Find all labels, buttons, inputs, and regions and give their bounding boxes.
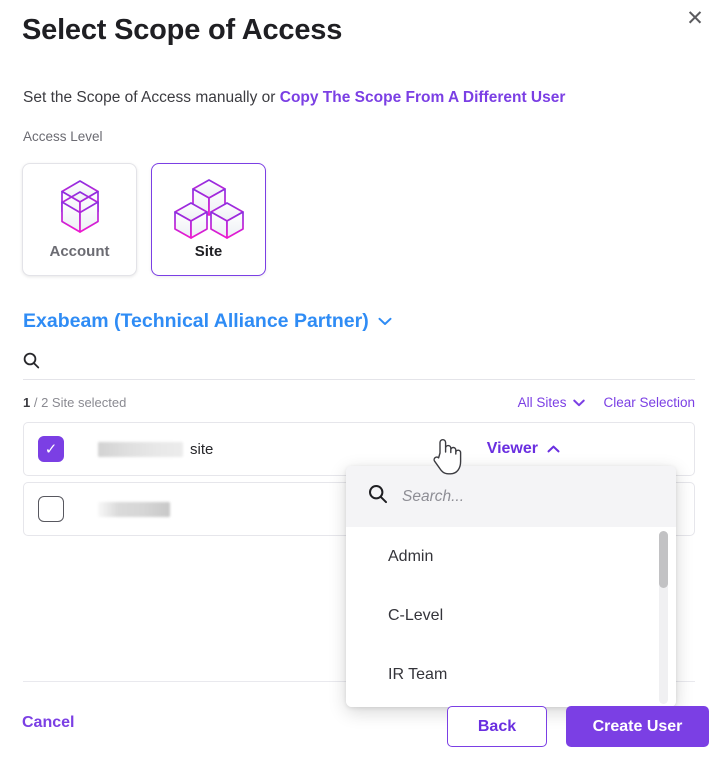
all-sites-filter-label: All Sites: [517, 394, 567, 410]
access-level-label: Access Level: [23, 129, 103, 144]
role-option-ir-team[interactable]: IR Team: [346, 645, 676, 704]
selection-count-value: 1: [23, 394, 31, 410]
org-selector[interactable]: Exabeam (Technical Alliance Partner): [23, 310, 392, 333]
access-level-card-site-label: Site: [194, 243, 223, 260]
close-icon[interactable]: ✕: [681, 4, 709, 32]
site-role-label: Viewer: [486, 440, 538, 457]
create-user-button[interactable]: Create User: [566, 706, 709, 747]
site-role-selector[interactable]: Viewer: [487, 440, 560, 458]
check-icon: ✓: [44, 440, 58, 458]
site-cubes-icon: [168, 177, 250, 241]
copy-scope-link[interactable]: Copy The Scope From A Different User: [280, 89, 566, 106]
access-level-card-site[interactable]: Site: [151, 163, 266, 276]
scrollbar-thumb[interactable]: [659, 531, 668, 588]
selection-bar-actions: All Sites Clear Selection: [518, 395, 695, 410]
site-name: [98, 501, 177, 517]
chevron-down-icon: [573, 395, 586, 410]
access-level-card-account[interactable]: Account: [22, 163, 137, 276]
account-cubes-icon: [41, 177, 119, 241]
selection-summary-bar: 1 / 2 Site selected All Sites Clear Sele…: [23, 392, 695, 412]
chevron-up-icon: [547, 440, 560, 458]
role-dropdown-search-row[interactable]: [346, 466, 676, 527]
search-icon: [23, 352, 40, 374]
site-search-input[interactable]: [50, 355, 695, 371]
role-dropdown-list: Admin C-Level IR Team: [346, 527, 676, 707]
page-title: Select Scope of Access: [22, 14, 343, 46]
clear-selection-button[interactable]: Clear Selection: [603, 395, 695, 410]
site-name-suffix: site: [190, 440, 214, 458]
role-option-admin[interactable]: Admin: [346, 527, 676, 586]
select-scope-dialog: ✕ Select Scope of Access Set the Scope o…: [0, 0, 717, 768]
redacted-site-name: [98, 501, 170, 517]
selection-count: 1 / 2 Site selected: [23, 395, 126, 410]
chevron-down-icon: [378, 313, 392, 331]
site-checkbox[interactable]: ✓: [38, 436, 64, 462]
role-option-c-level[interactable]: C-Level: [346, 586, 676, 645]
role-dropdown: Admin C-Level IR Team: [346, 466, 676, 707]
search-icon: [368, 484, 388, 509]
selection-count-suffix: / 2 Site selected: [33, 394, 127, 410]
cancel-button[interactable]: Cancel: [22, 714, 74, 732]
role-search-input[interactable]: [402, 487, 654, 506]
site-search-row[interactable]: [23, 347, 695, 380]
site-name: site: [98, 441, 213, 458]
redacted-site-name: [98, 441, 183, 457]
subtitle-text: Set the Scope of Access manually or: [23, 89, 280, 106]
access-level-card-account-label: Account: [49, 243, 110, 260]
site-checkbox[interactable]: [38, 496, 64, 522]
org-selector-label: Exabeam (Technical Alliance Partner): [23, 310, 369, 332]
subtitle: Set the Scope of Access manually or Copy…: [23, 89, 565, 107]
access-level-cards: Account Site: [22, 163, 266, 276]
all-sites-filter[interactable]: All Sites: [518, 395, 586, 410]
back-button[interactable]: Back: [447, 706, 547, 747]
